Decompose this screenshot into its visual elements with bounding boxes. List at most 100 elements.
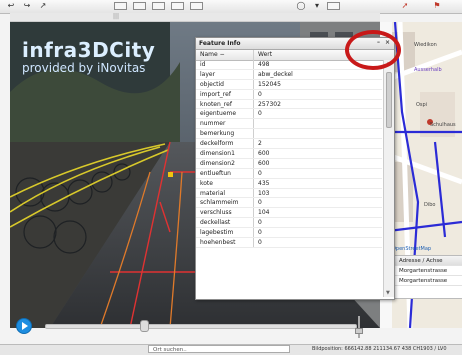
property-row[interactable]: dimension2 600 <box>196 158 382 169</box>
property-row[interactable]: layer abw_deckel <box>196 69 382 80</box>
property-row[interactable]: deckelform 2 <box>196 139 382 150</box>
view-button-4[interactable] <box>171 2 184 10</box>
property-value: 104 <box>258 209 270 217</box>
dropdown-icon[interactable]: ▾ <box>312 1 322 10</box>
property-value: 152045 <box>258 80 281 88</box>
property-row[interactable]: objectid 152045 <box>196 79 382 90</box>
property-row[interactable]: verschluss 104 <box>196 208 382 219</box>
vertical-scrollbar[interactable]: ▲ ▼ <box>383 60 394 297</box>
property-value: 600 <box>258 159 270 167</box>
property-row[interactable]: nummer <box>196 119 382 130</box>
player-bar <box>10 328 380 344</box>
property-value: 2 <box>258 140 262 148</box>
property-name: dimension2 <box>196 158 254 168</box>
property-row[interactable]: material 103 <box>196 188 382 199</box>
property-value: 0 <box>258 229 262 237</box>
location-search-input[interactable]: Ort suchen.. <box>148 345 290 353</box>
volume-handle[interactable] <box>355 328 363 334</box>
property-row[interactable]: bemerkung <box>196 129 382 140</box>
property-name: bemerkung <box>196 129 254 139</box>
volume-slider[interactable] <box>355 316 363 338</box>
pin-icon[interactable]: ⚑ <box>432 1 442 10</box>
property-row[interactable]: lagebestim 0 <box>196 228 382 239</box>
property-name: hoehenbest <box>196 238 254 247</box>
property-value: 600 <box>258 150 270 158</box>
brand-title: infra3DCity <box>22 38 156 62</box>
brand-logo: infra3DCity provided by iNovitas <box>22 38 155 75</box>
property-row[interactable]: kote 435 <box>196 178 382 189</box>
timeline-handle[interactable] <box>140 320 149 332</box>
property-row[interactable]: import_ref 0 <box>196 89 382 100</box>
brand-subtitle: provided by iNovitas <box>22 61 146 75</box>
property-value: 0 <box>258 219 262 227</box>
property-value <box>254 119 382 128</box>
property-name: nummer <box>196 119 254 129</box>
property-name: verschluss <box>196 208 254 218</box>
property-row[interactable]: entlueftun 0 <box>196 168 382 179</box>
property-name: material <box>196 188 254 198</box>
property-name: lagebestim <box>196 228 254 238</box>
scrollbar-thumb[interactable] <box>386 72 392 128</box>
property-row[interactable]: dimension1 600 <box>196 149 382 159</box>
property-value: 0 <box>258 90 262 98</box>
property-name: import_ref <box>196 89 254 99</box>
view-button-2[interactable] <box>133 2 146 10</box>
map-label: Wiedikon <box>414 42 437 48</box>
view-button-5[interactable] <box>190 2 203 10</box>
property-row[interactable]: eigentueme 0 <box>196 109 382 120</box>
property-value: 0 <box>258 169 262 177</box>
property-name: id <box>196 60 254 69</box>
property-row[interactable]: knoten_ref 257302 <box>196 99 382 110</box>
volume-track <box>358 316 360 338</box>
property-value <box>254 129 382 138</box>
property-grid: id 498 layer abw_deckel objectid 152045 import… <box>196 60 382 248</box>
property-name: objectid <box>196 79 254 89</box>
panel-splitter[interactable]: ||| <box>10 13 380 22</box>
property-value: 435 <box>258 179 270 187</box>
view-button-3[interactable] <box>152 2 165 10</box>
property-value: 257302 <box>258 100 281 108</box>
pointer-icon[interactable]: ↗ <box>38 1 48 10</box>
grip-icon[interactable]: ||| <box>108 13 124 20</box>
timeline-slider[interactable] <box>45 324 357 329</box>
feature-info-dialog: Feature Info – × Name − Wert id 498 layer a… <box>195 37 395 300</box>
property-name: deckellast <box>196 218 254 228</box>
property-row[interactable]: deckellast 0 <box>196 218 382 229</box>
property-name: deckelform <box>196 139 254 149</box>
property-value: 0 <box>258 239 262 247</box>
property-name: schlammeim <box>196 198 254 208</box>
measure-button[interactable] <box>327 2 340 10</box>
marker-icon[interactable]: ➚ <box>400 1 410 10</box>
property-value: 103 <box>258 189 270 197</box>
map-label: Schulhaus <box>430 122 456 128</box>
search-results: Adresse / Achse Morgartenstrasse Morgart… <box>390 255 462 299</box>
dialog-title: Feature Info <box>199 40 241 47</box>
map-attribution[interactable]: OpenStreetMap <box>392 246 431 252</box>
results-header: Adresse / Achse <box>391 256 462 266</box>
property-row[interactable]: schlammeim 0 <box>196 198 382 209</box>
play-icon[interactable] <box>16 318 32 334</box>
view-button-1[interactable] <box>114 2 127 10</box>
back-icon[interactable]: ↩ <box>6 1 16 10</box>
scroll-down-icon[interactable]: ▼ <box>386 290 390 296</box>
result-item[interactable]: Morgartenstrasse <box>391 276 462 286</box>
map-label: Ospi <box>416 102 428 108</box>
property-value: abw_deckel <box>258 70 293 78</box>
column-header-name[interactable]: Name − <box>196 50 254 60</box>
property-name: layer <box>196 69 254 79</box>
property-name: kote <box>196 178 254 188</box>
highlight-ring <box>345 30 401 70</box>
property-value: 0 <box>258 199 262 207</box>
target-icon[interactable]: ◯ <box>296 1 306 10</box>
property-name: knoten_ref <box>196 99 254 109</box>
map-label: Dibo <box>424 202 436 208</box>
toolbar: ↩ ↪ ↗ ◯ ▾ ➚ ⚑ <box>0 0 462 14</box>
map-label: Ausserhalb <box>414 67 442 73</box>
property-name: entlueftun <box>196 168 254 178</box>
image-position-readout: Bildposition: 666142.88 211134.67 438 CH… <box>312 346 447 352</box>
result-item[interactable]: Morgartenstrasse <box>391 266 462 276</box>
property-row[interactable]: hoehenbest 0 <box>196 238 382 248</box>
property-name: dimension1 <box>196 149 254 158</box>
property-value: 0 <box>258 110 262 118</box>
forward-icon[interactable]: ↪ <box>22 1 32 10</box>
